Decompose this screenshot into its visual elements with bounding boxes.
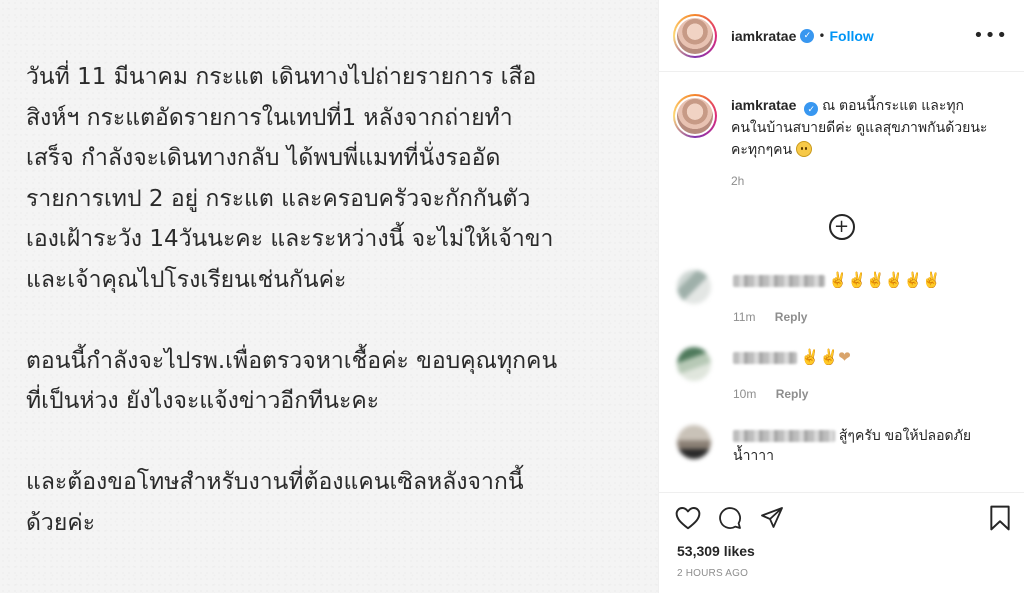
bookmark-icon[interactable] (989, 505, 1011, 531)
header-username[interactable]: iamkratae (731, 28, 796, 44)
caption-body: iamkratae ✓ ณ ตอนนี้กระแต และทุก คนในบ้า… (731, 94, 991, 160)
post-image-text: วันที่ 11 มีนาคม กระแต เดินทางไปถ่ายรายก… (26, 57, 646, 543)
comment-body: ✌✌✌✌✌✌ 11m Reply (733, 270, 941, 327)
comment-avatar[interactable] (677, 347, 711, 381)
comment-time[interactable]: 11m (733, 310, 755, 324)
post-image[interactable]: วันที่ 11 มีนาคม กระแต เดินทางไปถ่ายรายก… (0, 0, 658, 593)
comment-icon[interactable] (717, 506, 743, 530)
heart-icon[interactable] (675, 506, 701, 530)
post-timestamp[interactable]: 2 HOURS AGO (659, 559, 1024, 579)
post-sidebar: iamkratae ✓ • Follow ••• iamkratae ✓ ณ ต… (658, 0, 1024, 593)
comment-emoji: ✌✌✌✌✌✌ (828, 272, 941, 289)
caption-username[interactable]: iamkratae (731, 97, 796, 113)
caption-time[interactable]: 2h (731, 174, 1024, 188)
comment-avatar[interactable] (677, 425, 711, 459)
avatar-photo (677, 98, 713, 134)
likes-count[interactable]: 53,309 likes (659, 531, 1024, 559)
comment-meta: 11m Reply (733, 307, 941, 327)
comment: สู้ๆครับ ขอให้ปลอดภัย น้ำาาา (659, 425, 1024, 465)
comment-time[interactable]: 10m (733, 387, 756, 401)
post-paragraph-3: และต้องขอโทษสำหรับงานที่ต้องแคนเซิลหลังจ… (26, 469, 524, 536)
reply-button[interactable]: Reply (775, 310, 808, 324)
avatar-photo (677, 17, 713, 54)
comment-username-blurred[interactable] (733, 275, 825, 288)
comment-emoji: ✌✌❤ (800, 349, 851, 366)
comment-body: สู้ๆครับ ขอให้ปลอดภัย น้ำาาา (733, 425, 983, 465)
comment-username-blurred[interactable] (733, 430, 835, 443)
comment-body: ✌✌❤ 10m Reply (733, 347, 851, 404)
load-more-comments[interactable]: + (659, 214, 1024, 240)
header-avatar[interactable] (673, 13, 717, 58)
verified-badge-icon: ✓ (804, 102, 819, 116)
comment-avatar[interactable] (677, 270, 711, 304)
smile-emoji-icon (795, 141, 812, 157)
follow-button[interactable]: Follow (829, 28, 873, 44)
post-header: iamkratae ✓ • Follow ••• (659, 0, 1024, 72)
more-options-icon[interactable]: ••• (973, 25, 1008, 46)
post-actions: 53,309 likes 2 HOURS AGO (659, 492, 1024, 593)
comment: ✌✌✌✌✌✌ 11m Reply (659, 270, 1024, 327)
header-dot: • (818, 28, 826, 43)
post-paragraph-1: วันที่ 11 มีนาคม กระแต เดินทางไปถ่ายรายก… (26, 64, 554, 293)
comment-meta: 10m Reply (733, 384, 851, 404)
post-paragraph-2: ตอนนี้กำลังจะไปรพ.เพื่อตรวจหาเชื้อค่ะ ขอ… (26, 347, 558, 415)
plus-circle-icon[interactable]: + (828, 214, 855, 240)
reply-button[interactable]: Reply (776, 387, 809, 401)
comment-username-blurred[interactable] (733, 352, 797, 365)
caption-avatar[interactable] (673, 94, 717, 138)
caption: iamkratae ✓ ณ ตอนนี้กระแต และทุก คนในบ้า… (659, 72, 1024, 160)
action-icons (659, 493, 1024, 531)
verified-badge-icon: ✓ (800, 28, 815, 43)
share-icon[interactable] (759, 506, 785, 530)
comment: ✌✌❤ 10m Reply (659, 347, 1024, 404)
